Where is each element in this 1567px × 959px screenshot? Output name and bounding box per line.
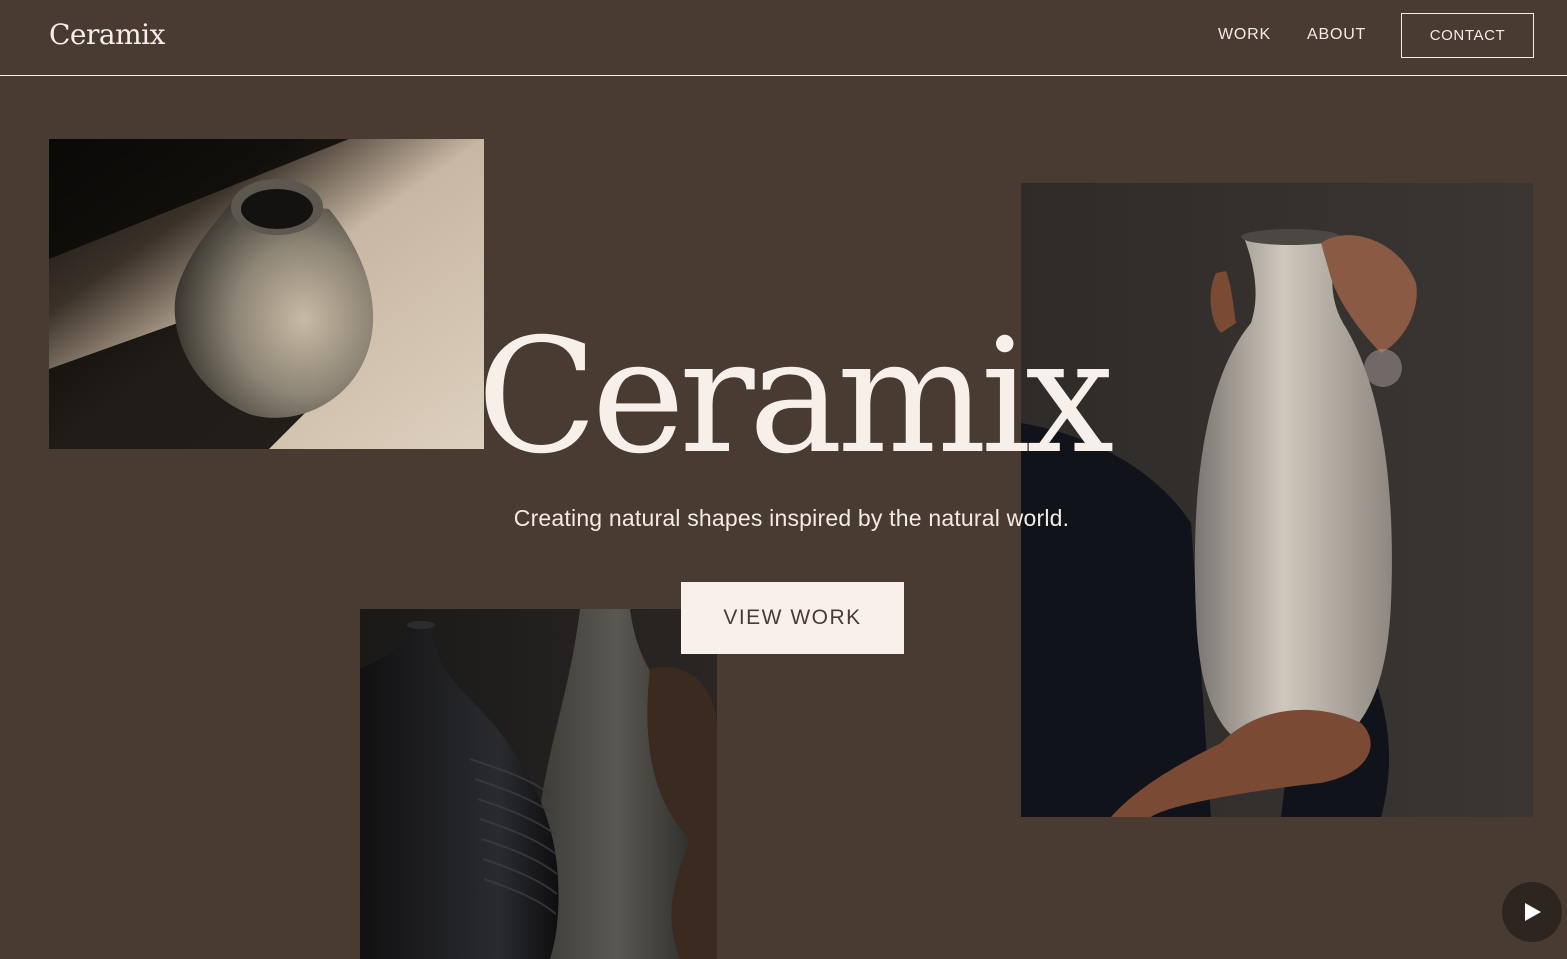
logo[interactable]: Ceramix [49,18,165,51]
contact-button[interactable]: CONTACT [1401,13,1534,58]
view-work-button[interactable]: VIEW WORK [681,582,904,654]
dark-vases-photo [360,609,717,959]
hero-subtitle: Creating natural shapes inspired by the … [513,505,1070,531]
hand-holding-vase-photo [1021,183,1533,817]
play-icon [1525,903,1541,921]
site-header: Ceramix WORK ABOUT CONTACT [0,0,1567,76]
hero-title: Ceramix [476,305,1115,489]
nav-work-link[interactable]: WORK [1218,26,1271,44]
slider-indicator[interactable] [1364,349,1402,387]
page: Ceramix WORK ABOUT CONTACT Ceramix Creat… [0,0,1567,959]
nav-about-link[interactable]: ABOUT [1307,26,1366,44]
play-button[interactable] [1502,882,1562,942]
